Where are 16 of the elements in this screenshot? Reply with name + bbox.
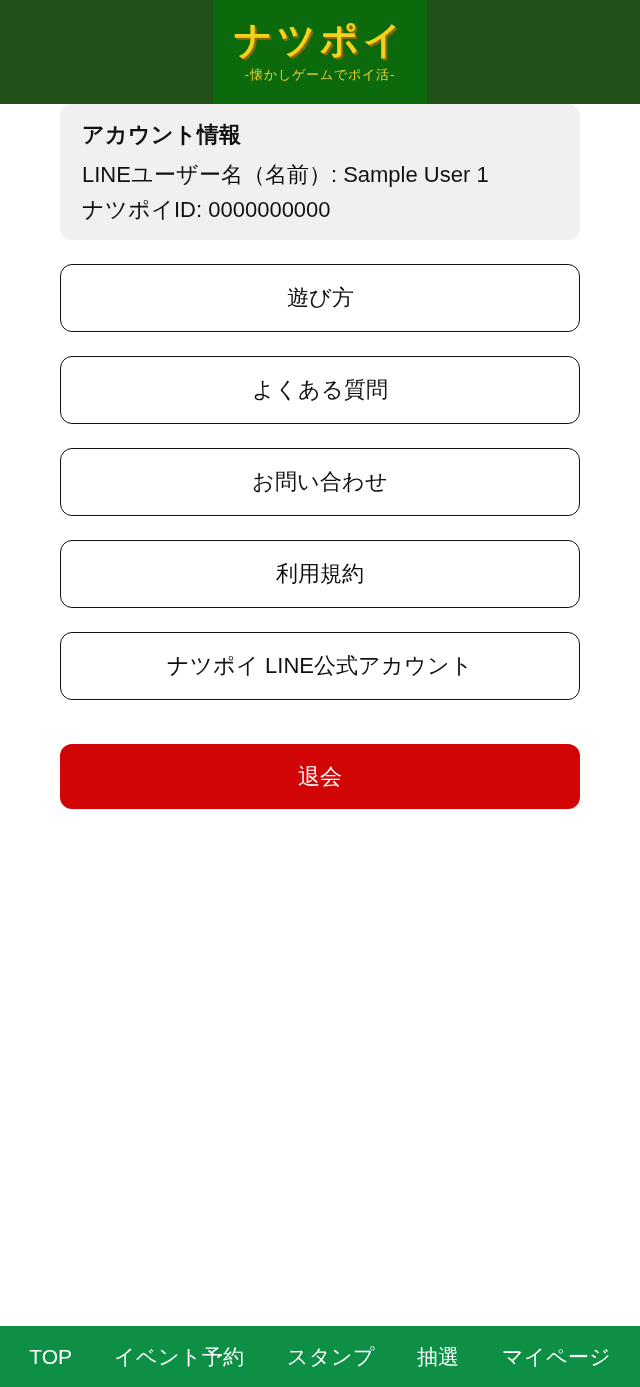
nav-item[interactable]: スタンプ <box>286 1342 375 1371</box>
logo-title: ナツポイ <box>234 20 406 62</box>
nav-item[interactable]: マイページ <box>501 1342 611 1371</box>
menu-button[interactable]: よくある質問 <box>60 356 580 424</box>
menu-button[interactable]: 遊び方 <box>60 264 580 332</box>
menu-button[interactable]: 利用規約 <box>60 540 580 608</box>
account-info-line: LINEユーザー名（名前）: Sample User 1 <box>82 161 490 189</box>
account-info-line: ナツポイID: 0000000000 <box>82 196 332 224</box>
nav-item[interactable]: 抽選 <box>417 1342 460 1371</box>
menu-button[interactable]: お問い合わせ <box>60 448 580 516</box>
nav-item[interactable]: TOP <box>29 1344 72 1369</box>
menu-button[interactable]: ナツポイ LINE公式アカウント <box>60 632 580 700</box>
account-title: アカウント情報 <box>82 121 242 149</box>
logo-tagline: -懐かしゲームでポイ活- <box>244 65 396 84</box>
withdraw-button[interactable]: 退会 <box>60 744 580 809</box>
nav-item[interactable]: イベント予約 <box>114 1342 245 1371</box>
